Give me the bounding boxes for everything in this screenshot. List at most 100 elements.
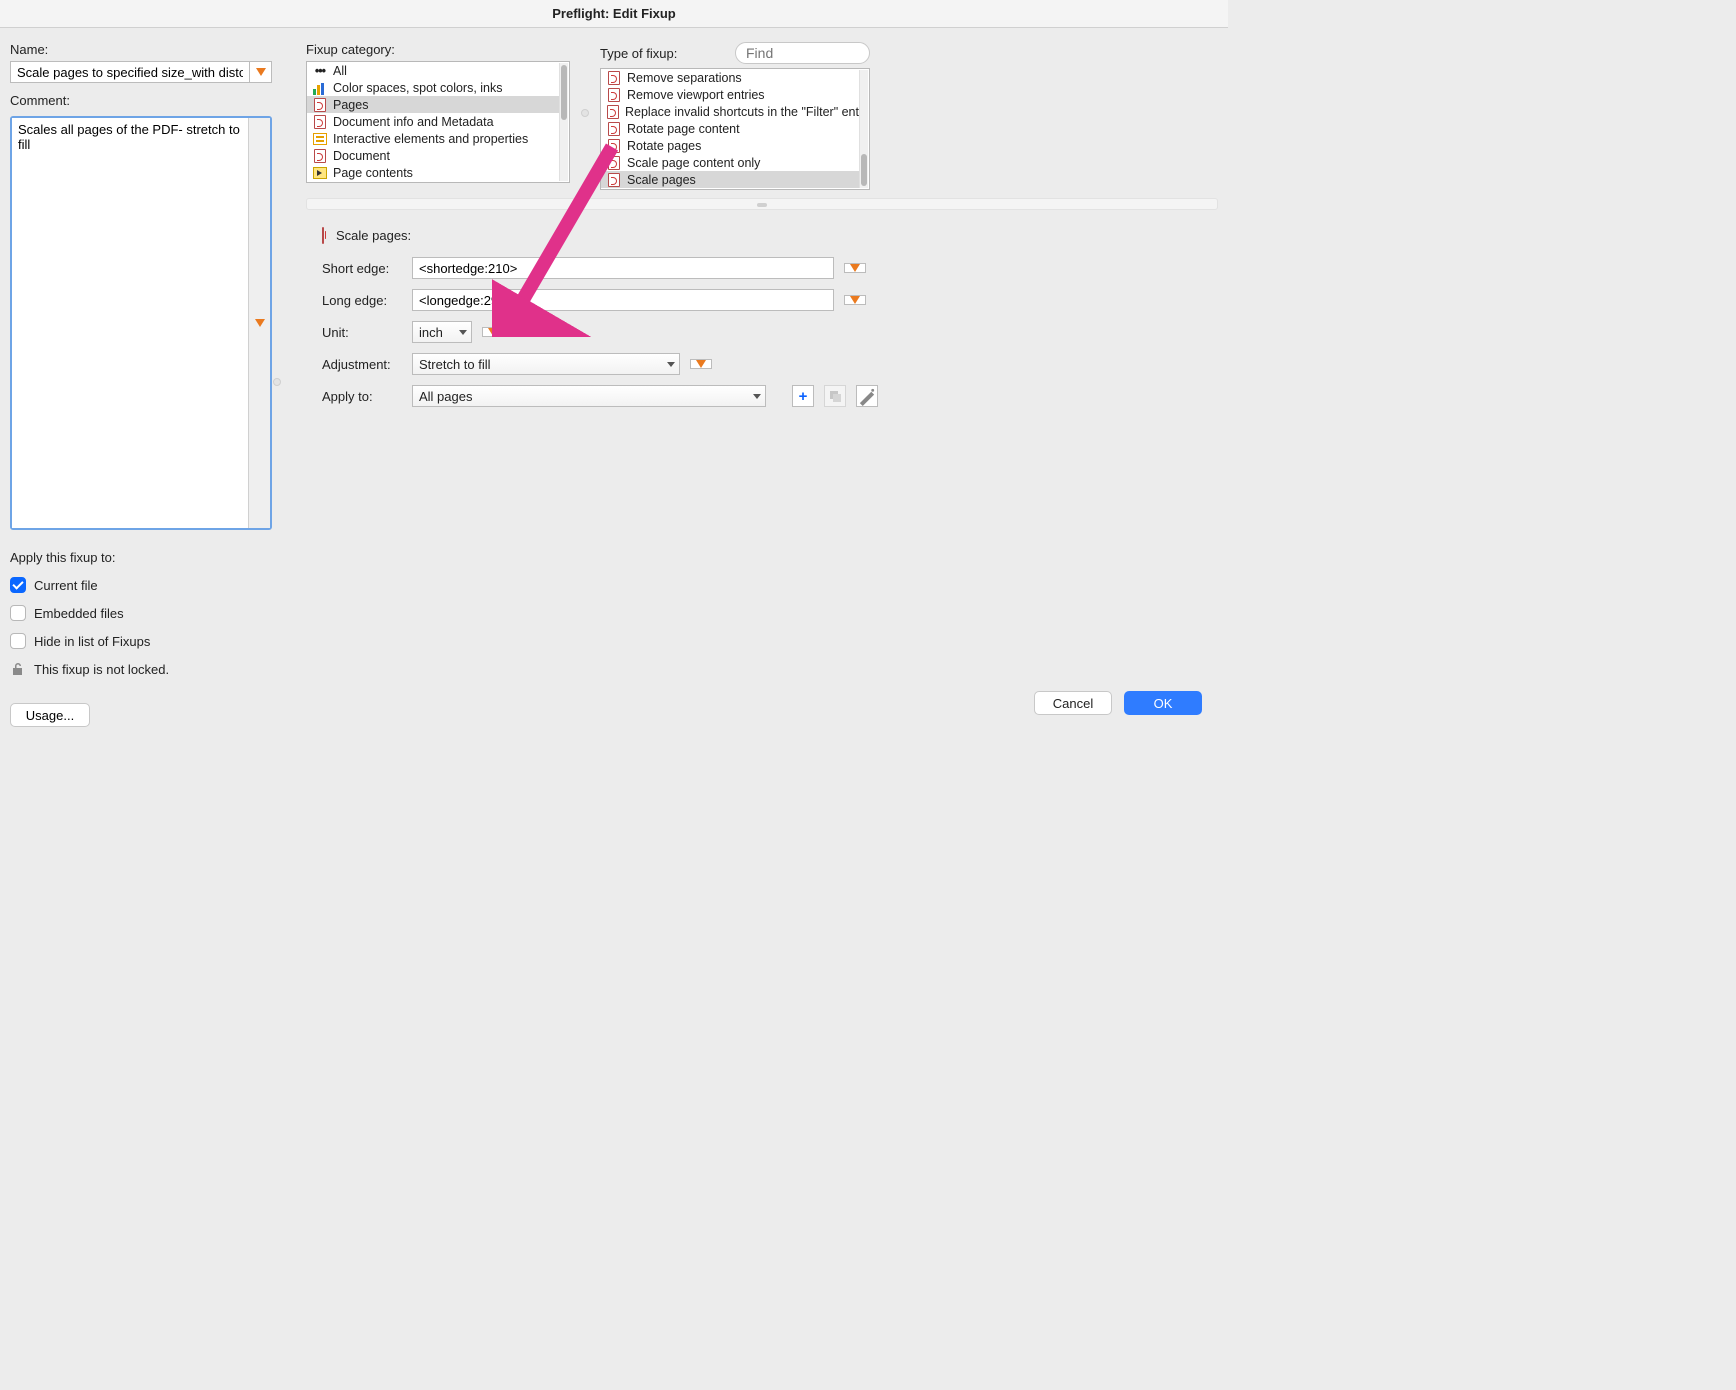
long-edge-input[interactable] [412,289,834,311]
comment-dropdown-button[interactable] [248,118,270,528]
list-item-label: Document info and Metadata [333,115,494,129]
chevron-down-icon [850,264,860,272]
list-item[interactable]: Rotate pages [601,137,859,154]
unlock-icon [10,661,26,677]
arrow-icon [313,167,327,179]
pdf-icon [322,228,324,243]
list-item-label: All [333,64,347,78]
ellipsis-icon: ••• [315,64,325,78]
ok-button[interactable]: OK [1124,691,1202,715]
unit-select[interactable]: inch [412,321,472,343]
long-edge-dropdown[interactable] [844,295,866,305]
add-button[interactable]: + [792,385,814,407]
checkbox-hide-in-list[interactable]: Hide in list of Fixups [10,633,272,649]
chevron-down-icon [488,328,498,336]
name-input[interactable] [10,61,250,83]
type-of-fixup-label: Type of fixup: [600,46,677,61]
unit-dropdown[interactable] [482,327,504,337]
wand-button[interactable] [856,385,878,407]
find-input[interactable] [735,42,870,64]
pdf-icon [608,71,620,85]
list-item-label: Rotate pages [627,139,701,153]
list-item[interactable]: Pages [307,96,559,113]
layers-button[interactable] [824,385,846,407]
list-item[interactable]: Color spaces, spot colors, inks [307,79,559,96]
pdf-icon [608,122,620,136]
list-item-label: Interactive elements and properties [333,132,528,146]
checkbox-label: Embedded files [34,606,124,621]
list-item[interactable]: Scale page content only [601,154,859,171]
comment-label: Comment: [10,93,272,108]
adjustment-value: Stretch to fill [419,357,491,372]
list-item-label: Remove viewport entries [627,88,765,102]
list-item[interactable]: Remove separations [601,69,859,86]
checkbox-icon [10,605,26,621]
type-of-fixup-list[interactable]: Remove separations Remove viewport entrie… [600,68,870,190]
list-item-label: Scale pages [627,173,696,187]
pdf-icon [608,156,620,170]
list-item[interactable]: Interactive elements and properties [307,130,559,147]
name-dropdown-button[interactable] [250,61,272,83]
scrollbar[interactable] [859,70,868,188]
chevron-down-icon [255,319,265,327]
chevron-down-icon [696,360,706,368]
wand-icon [857,386,877,406]
checkbox-icon [10,577,26,593]
pdf-icon [608,88,620,102]
layers-icon [828,389,842,403]
chevron-down-icon [256,68,266,76]
apply-to-value: All pages [419,389,472,404]
list-item-label: Document [333,149,390,163]
pdf-icon [608,139,620,153]
list-resize-handle[interactable] [580,36,590,190]
chevron-down-icon [459,330,467,335]
list-item-label: Replace invalid shortcuts in the "Filter… [625,105,859,119]
list-item-label: Pages [333,98,368,112]
list-item[interactable]: Rotate page content [601,120,859,137]
lines-icon [313,133,327,145]
list-item-label: Color spaces, spot colors, inks [333,81,503,95]
list-item-label: Remove separations [627,71,742,85]
plus-icon: + [799,389,808,404]
adjustment-select[interactable]: Stretch to fill [412,353,680,375]
short-edge-label: Short edge: [322,261,402,276]
divider-handle[interactable] [306,198,1218,210]
cancel-button[interactable]: Cancel [1034,691,1112,715]
list-item[interactable]: ••• All [307,62,559,79]
usage-button[interactable]: Usage... [10,703,90,727]
comment-textarea[interactable]: Scales all pages of the PDF- stretch to … [12,118,248,528]
fixup-category-label: Fixup category: [306,42,395,57]
fixup-category-list[interactable]: ••• All Color spaces, spot colors, inks Pag… [306,61,570,183]
adjustment-dropdown[interactable] [690,359,712,369]
scrollbar[interactable] [559,63,568,181]
checkbox-embedded-files[interactable]: Embedded files [10,605,272,621]
pdf-icon [607,105,619,119]
list-item[interactable]: Document info and Metadata [307,113,559,130]
window-title: Preflight: Edit Fixup [0,0,1228,28]
long-edge-label: Long edge: [322,293,402,308]
colors-icon [313,81,327,95]
list-item[interactable]: Scale pages [601,171,859,188]
list-item[interactable]: Replace invalid shortcuts in the "Filter… [601,103,859,120]
chevron-down-icon [753,394,761,399]
pdf-icon [314,98,326,112]
list-item-label: Rotate page content [627,122,740,136]
chevron-down-icon [667,362,675,367]
checkbox-current-file[interactable]: Current file [10,577,272,593]
pane-resize-handle[interactable] [272,36,282,727]
adjustment-label: Adjustment: [322,357,402,372]
list-item[interactable]: Page contents [307,164,559,181]
list-item-label: Page contents [333,166,413,180]
pdf-icon [608,173,620,187]
name-label: Name: [10,42,272,57]
short-edge-dropdown[interactable] [844,263,866,273]
list-item[interactable]: Remove viewport entries [601,86,859,103]
apply-to-label: Apply this fixup to: [10,550,272,565]
section-title: Scale pages: [336,228,411,243]
chevron-down-icon [850,296,860,304]
apply-to-select[interactable]: All pages [412,385,766,407]
unit-label: Unit: [322,325,402,340]
short-edge-input[interactable] [412,257,834,279]
list-item[interactable]: Document [307,147,559,164]
list-item-label: Scale page content only [627,156,760,170]
